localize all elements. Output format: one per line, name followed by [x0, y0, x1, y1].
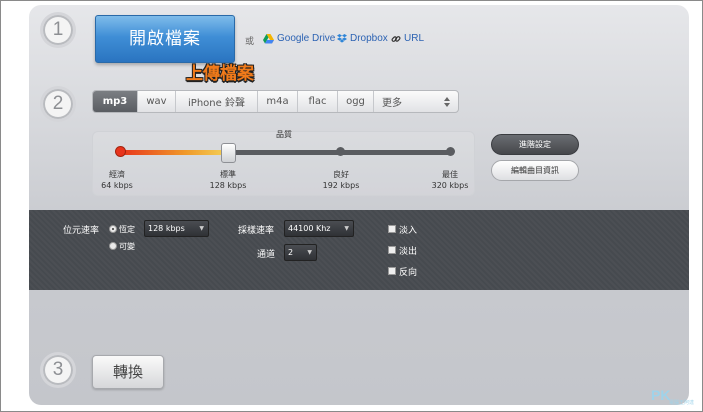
- quality-level-best: 最佳 320 kbps: [425, 169, 475, 191]
- dropbox-link[interactable]: Dropbox: [337, 33, 388, 44]
- bitrate-constant-radio[interactable]: [109, 225, 117, 233]
- tab-iphone-ringtone[interactable]: iPhone 鈴聲: [176, 91, 258, 112]
- quality-slider-fill: [120, 150, 230, 155]
- dropdown-arrow-icon: ▼: [307, 249, 312, 256]
- upload-annotation: 上傳檔案: [186, 64, 254, 84]
- quality-box: [92, 131, 475, 196]
- reverse-label: 反向: [399, 268, 418, 278]
- quality-slider-track[interactable]: [120, 150, 452, 155]
- fade-out-label: 淡出: [399, 247, 418, 257]
- quality-level-standard: 標準 128 kbps: [203, 169, 253, 191]
- quality-level-name: 最佳: [442, 170, 458, 179]
- format-tabs: mp3 wav iPhone 鈴聲 m4a flac ogg 更多: [92, 90, 459, 113]
- google-drive-link[interactable]: Google Drive: [263, 33, 335, 44]
- bitrate-variable-radio[interactable]: [109, 242, 117, 250]
- quality-tick-good: [336, 147, 345, 156]
- app-frame: 1 開啟檔案 或 Google Drive Dropbox URL 上傳檔案 2…: [0, 0, 703, 412]
- quality-level-rate: 192 kbps: [322, 181, 360, 190]
- quality-level-name: 經濟: [109, 170, 125, 179]
- channels-label: 通道: [257, 250, 276, 260]
- fade-in-label: 淡入: [399, 226, 418, 236]
- bitrate-select[interactable]: 128 kbps ▼: [144, 220, 209, 237]
- bitrate-constant-label: 恆定: [119, 225, 135, 234]
- dropdown-arrow-icon: ▼: [199, 225, 204, 232]
- watermark-logo: PK: [651, 387, 671, 403]
- reverse-checkbox[interactable]: [388, 267, 396, 275]
- converter-panel: [29, 5, 689, 405]
- quality-level-name: 標準: [220, 170, 236, 179]
- edit-track-info-button[interactable]: 編輯曲目資訊: [491, 160, 579, 181]
- watermark-subtitle: 電腦王阿達: [669, 400, 695, 406]
- quality-level-rate: 128 kbps: [209, 181, 247, 190]
- open-file-button[interactable]: 開啟檔案: [95, 15, 235, 63]
- or-text: 或: [245, 37, 255, 47]
- quality-level-economy: 經濟 64 kbps: [92, 169, 142, 191]
- link-icon: [391, 35, 401, 42]
- quality-tick-best: [446, 147, 455, 156]
- quality-slider-thumb[interactable]: [221, 143, 236, 163]
- google-drive-icon: [263, 33, 274, 43]
- more-formats-label: 更多: [382, 98, 402, 109]
- more-formats-select[interactable]: 更多: [374, 91, 458, 112]
- step-3-badge: 3: [43, 355, 73, 385]
- channels-select[interactable]: 2 ▼: [284, 244, 317, 261]
- google-drive-label: Google Drive: [277, 33, 336, 44]
- tab-flac[interactable]: flac: [298, 91, 338, 112]
- step-2-badge: 2: [43, 89, 73, 119]
- quality-tick-economy: [116, 147, 125, 156]
- dropbox-icon: [337, 34, 347, 43]
- samplerate-label: 採樣速率: [238, 226, 275, 236]
- bitrate-label: 位元速率: [63, 226, 100, 236]
- dropbox-label: Dropbox: [350, 33, 388, 44]
- quality-level-rate: 64 kbps: [101, 181, 133, 190]
- fade-out-checkbox[interactable]: [388, 246, 396, 254]
- samplerate-value: 44100 Khz: [288, 224, 331, 233]
- advanced-settings-button[interactable]: 進階設定: [491, 134, 579, 155]
- tab-mp3[interactable]: mp3: [93, 91, 138, 112]
- bitrate-value: 128 kbps: [148, 224, 185, 233]
- url-label: URL: [404, 33, 425, 44]
- fade-in-checkbox[interactable]: [388, 225, 396, 233]
- url-link[interactable]: URL: [391, 33, 424, 44]
- channels-value: 2: [288, 248, 294, 257]
- bitrate-variable-label: 可變: [119, 242, 135, 251]
- dropdown-arrow-icon: ▼: [344, 225, 349, 232]
- samplerate-select[interactable]: 44100 Khz ▼: [284, 220, 354, 237]
- tab-ogg[interactable]: ogg: [338, 91, 374, 112]
- quality-title: 品質: [276, 130, 292, 139]
- tab-m4a[interactable]: m4a: [258, 91, 298, 112]
- step-1-badge: 1: [43, 15, 73, 45]
- updown-arrows-icon: [444, 96, 450, 107]
- quality-level-name: 良好: [333, 170, 349, 179]
- convert-button[interactable]: 轉換: [92, 355, 164, 389]
- quality-level-good: 良好 192 kbps: [316, 169, 366, 191]
- tab-wav[interactable]: wav: [138, 91, 176, 112]
- quality-level-rate: 320 kbps: [431, 181, 469, 190]
